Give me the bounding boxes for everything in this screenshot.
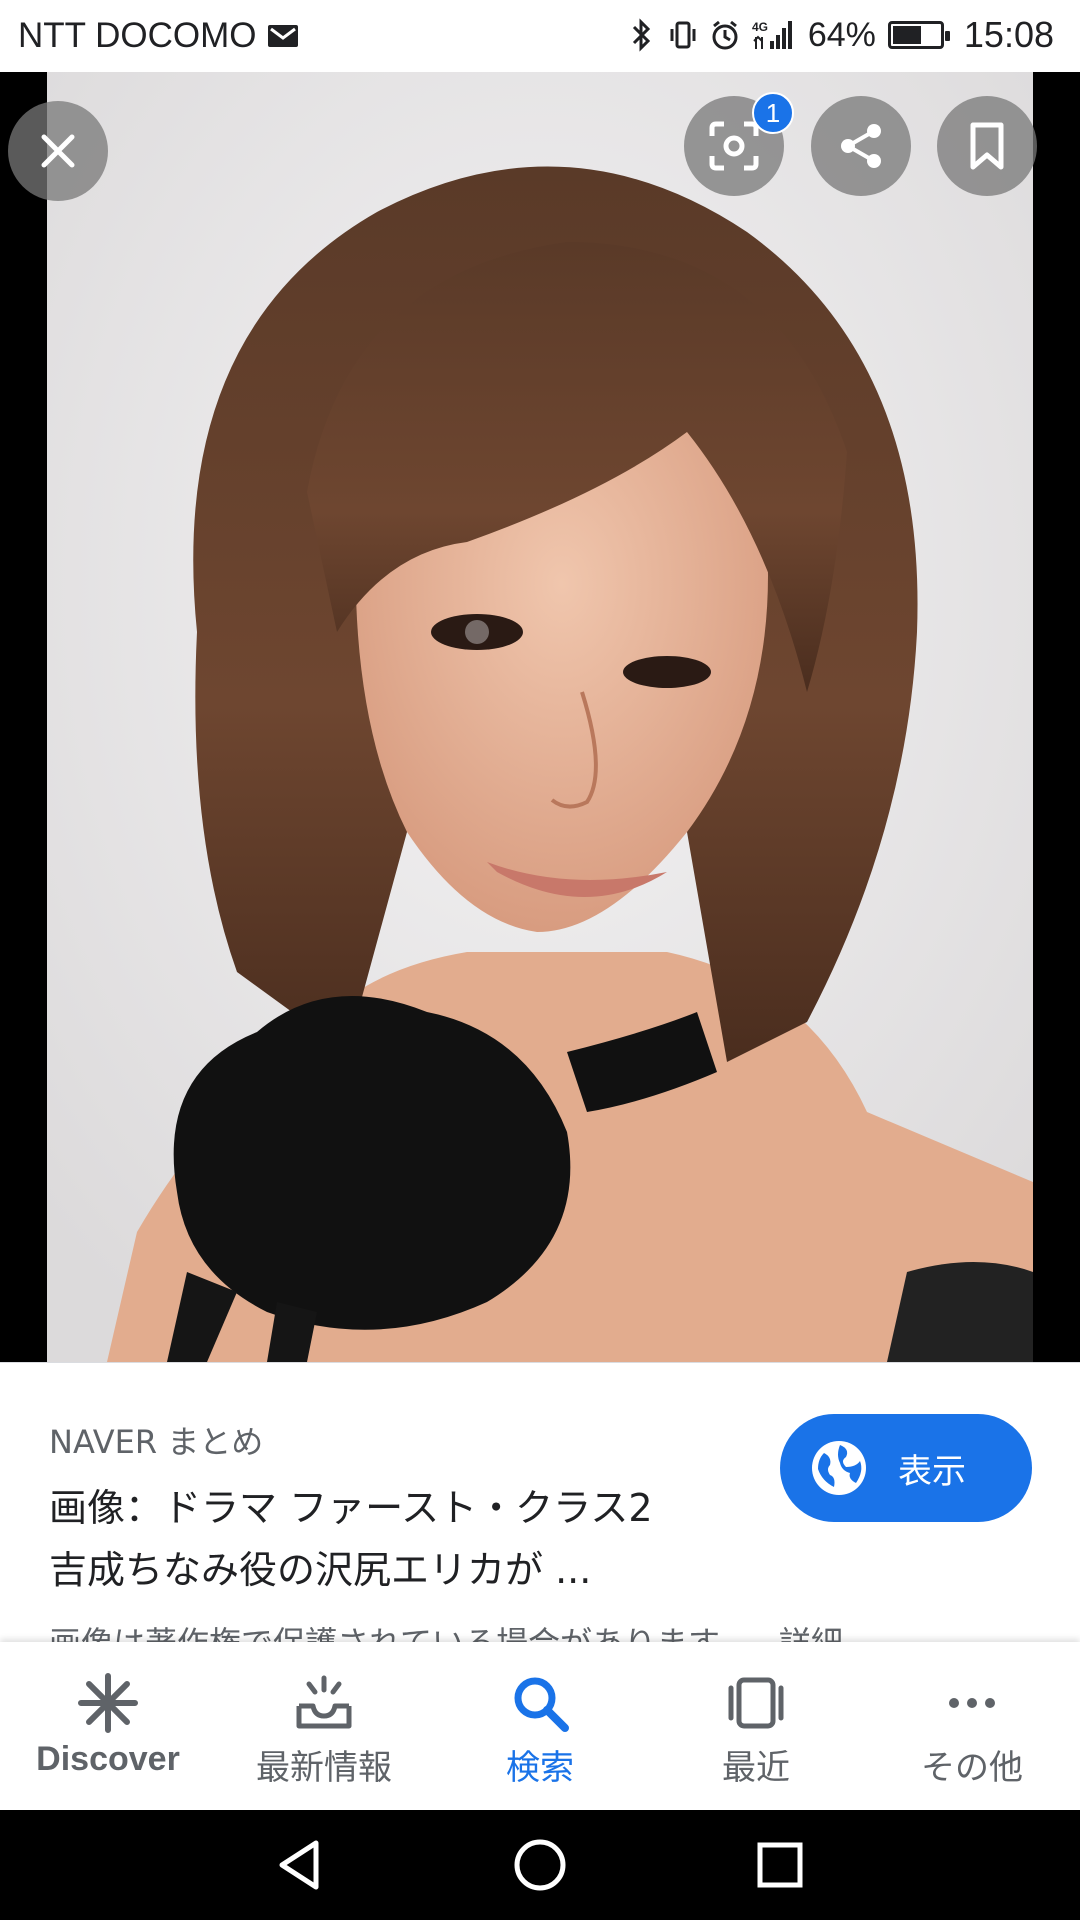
close-icon bbox=[41, 134, 75, 168]
search-icon bbox=[514, 1677, 569, 1732]
back-triangle-icon[interactable] bbox=[270, 1835, 330, 1895]
carrier-name: NTT DOCOMO bbox=[18, 16, 257, 55]
overview-square-icon[interactable] bbox=[750, 1835, 810, 1895]
battery-level-fill bbox=[892, 26, 921, 44]
bottom-navigation: Discover 最新情報 検索 最近 その他 bbox=[0, 1642, 1080, 1810]
result-title[interactable]: 画像：ドラマ ファースト・クラス2 吉成ちなみ役の沢尻エリカが ... bbox=[49, 1477, 749, 1601]
nav-label-more: その他 bbox=[921, 1748, 1023, 1788]
status-icons: 4G 64% 15:08 bbox=[626, 14, 1054, 56]
result-title-line1: 画像：ドラマ ファースト・クラス2 bbox=[49, 1486, 653, 1530]
mail-icon bbox=[267, 25, 298, 47]
carrier-group: NTT DOCOMO bbox=[18, 16, 299, 56]
home-circle-icon[interactable] bbox=[510, 1835, 570, 1895]
bluetooth-icon bbox=[632, 18, 650, 52]
nav-label-updates: 最新情報 bbox=[256, 1748, 392, 1788]
battery-percent: 64% bbox=[807, 15, 876, 54]
4g-signal-icon: 4G bbox=[752, 20, 792, 49]
nav-more[interactable]: その他 bbox=[864, 1642, 1080, 1810]
nav-label-recents: 最近 bbox=[722, 1748, 790, 1788]
recents-icon bbox=[728, 1677, 784, 1729]
status-bar: NTT DOCOMO 4G 64% 15:08 bbox=[0, 0, 1080, 72]
result-title-line2: 吉成ちなみ役の沢尻エリカが ... bbox=[49, 1548, 592, 1592]
save-button[interactable] bbox=[937, 96, 1037, 196]
svg-text:4G: 4G bbox=[752, 20, 768, 34]
lens-icon bbox=[709, 121, 759, 171]
portrait-photo bbox=[47, 72, 1033, 1362]
battery-icon bbox=[887, 21, 950, 49]
nav-label-search: 検索 bbox=[506, 1748, 574, 1788]
system-navigation-bar bbox=[0, 1810, 1080, 1920]
nav-search[interactable]: 検索 bbox=[432, 1642, 648, 1810]
vibrate-icon bbox=[670, 21, 696, 49]
source-site[interactable]: NAVER まとめ bbox=[49, 1417, 263, 1463]
nav-updates[interactable]: 最新情報 bbox=[216, 1642, 432, 1810]
share-icon bbox=[841, 124, 881, 168]
nav-recents[interactable]: 最近 bbox=[648, 1642, 864, 1810]
visit-button[interactable]: 表示 bbox=[780, 1414, 1032, 1522]
lens-count-badge: 1 bbox=[752, 92, 794, 134]
globe-icon bbox=[812, 1441, 866, 1495]
preview-photo[interactable] bbox=[47, 72, 1033, 1362]
updates-inbox-icon bbox=[296, 1675, 352, 1729]
alarm-icon bbox=[712, 20, 738, 50]
nav-label-discover: Discover bbox=[36, 1740, 180, 1778]
close-button[interactable] bbox=[8, 101, 108, 201]
more-dots-icon bbox=[949, 1698, 995, 1708]
nav-discover[interactable]: Discover bbox=[0, 1642, 216, 1810]
bookmark-icon bbox=[970, 122, 1004, 170]
clock: 15:08 bbox=[963, 14, 1054, 55]
share-button[interactable] bbox=[811, 96, 911, 196]
result-info-panel: NAVER まとめ 画像：ドラマ ファースト・クラス2 吉成ちなみ役の沢尻エリカ… bbox=[0, 1362, 1080, 1662]
image-viewer[interactable]: 1 bbox=[0, 72, 1080, 1362]
visit-label: 表示 bbox=[898, 1451, 966, 1492]
discover-asterisk-icon bbox=[78, 1673, 138, 1733]
